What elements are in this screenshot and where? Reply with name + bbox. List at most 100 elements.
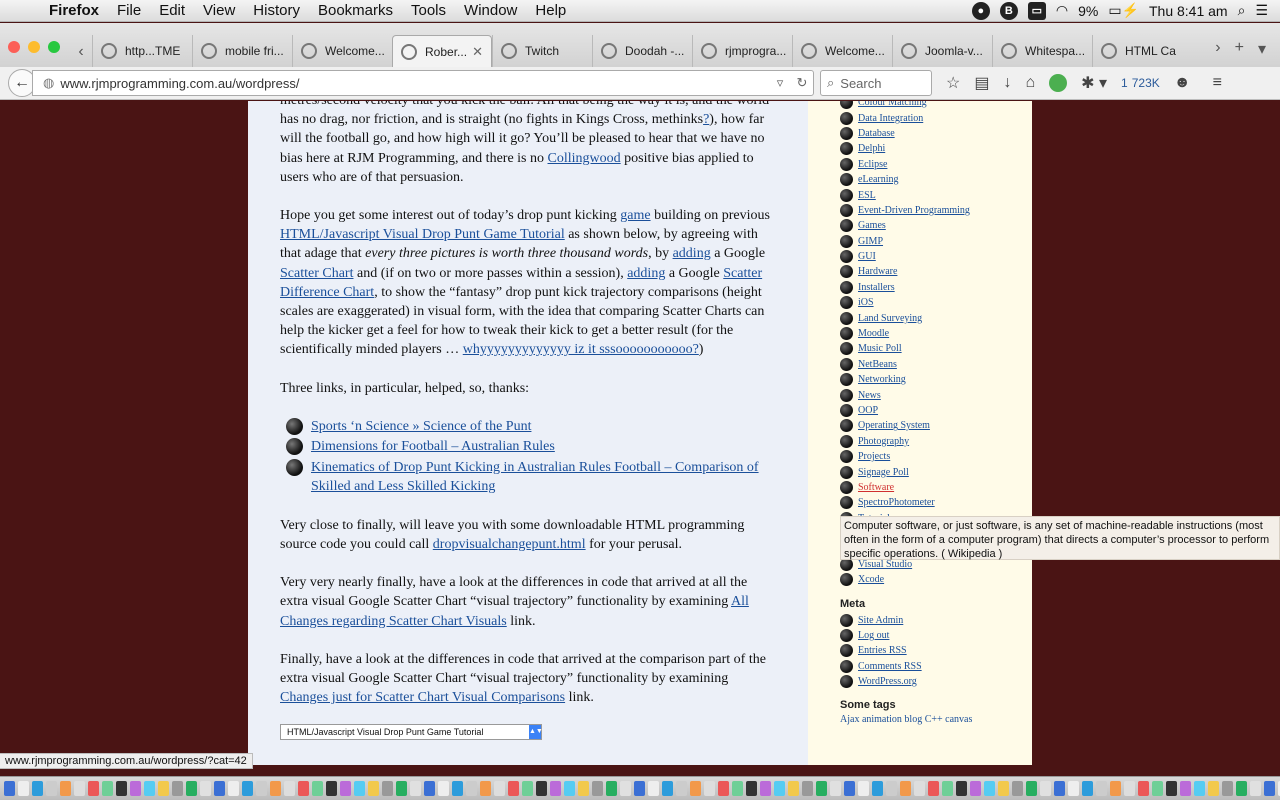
meta-link[interactable]: WordPress.org	[858, 676, 917, 687]
download-count[interactable]: 1	[1121, 76, 1128, 90]
dock-app-icon[interactable]	[872, 781, 883, 796]
tag-cloud[interactable]: Ajax animation blog C++ canvas	[840, 714, 1030, 725]
dock-app-icon[interactable]	[1194, 781, 1205, 796]
meta-link[interactable]: Comments RSS	[858, 661, 922, 672]
airplay-icon[interactable]: ▭	[1027, 1, 1046, 20]
dock-app-icon[interactable]	[998, 781, 1009, 796]
dock-app-icon[interactable]	[956, 781, 967, 796]
dock-app-icon[interactable]	[1250, 781, 1261, 796]
tab-2[interactable]: Welcome...	[292, 35, 392, 67]
category-link[interactable]: eLearning	[858, 174, 899, 185]
link-sports-science[interactable]: Sports ‘n Science » Science of the Punt	[311, 417, 531, 437]
size-indicator[interactable]: 723K	[1132, 76, 1160, 90]
dock-app-icon[interactable]	[1040, 781, 1051, 796]
zoom-window-button[interactable]	[48, 41, 60, 53]
dock-app-icon[interactable]	[340, 781, 351, 796]
dock-app-icon[interactable]	[564, 781, 575, 796]
tab-5[interactable]: Doodah -...	[592, 35, 692, 67]
tag-links[interactable]: Ajax animation blog C++ canvas	[840, 714, 972, 725]
dock-app-icon[interactable]	[1124, 781, 1135, 796]
dock-app-icon[interactable]	[760, 781, 771, 796]
meta-link[interactable]: Site Admin	[858, 615, 903, 626]
tab-0[interactable]: http...TME	[92, 35, 192, 67]
menu-window[interactable]: Window	[455, 2, 526, 19]
dropdown-history-icon[interactable]: ▿	[769, 75, 791, 91]
category-link[interactable]: OOP	[858, 405, 878, 416]
dock-app-icon[interactable]	[914, 781, 925, 796]
dock-app-icon[interactable]	[32, 781, 43, 796]
dock-app-icon[interactable]	[452, 781, 463, 796]
dock-app-icon[interactable]	[424, 781, 435, 796]
dock-app-icon[interactable]	[60, 781, 71, 796]
clock[interactable]: Thu 8:41 am	[1149, 3, 1228, 19]
dock-app-icon[interactable]	[662, 781, 673, 796]
dock-app-icon[interactable]	[74, 781, 85, 796]
battery-percent[interactable]: 9%	[1078, 3, 1098, 19]
extension-bug-icon[interactable]: ✱ ▾	[1081, 73, 1107, 93]
dock-app-icon[interactable]	[270, 781, 281, 796]
category-link[interactable]: Software	[858, 482, 894, 493]
dock-app-icon[interactable]	[1166, 781, 1177, 796]
category-link[interactable]: Data Integration	[858, 113, 923, 124]
category-link[interactable]: Signage Poll	[858, 467, 909, 478]
category-link[interactable]: Operating System	[858, 420, 930, 431]
dock-app-icon[interactable]	[186, 781, 197, 796]
menu-view[interactable]: View	[194, 2, 244, 19]
dock-app-icon[interactable]	[284, 781, 295, 796]
link-adding-2[interactable]: adding	[627, 266, 665, 281]
tab-8[interactable]: Joomla-v...	[892, 35, 992, 67]
dock-app-icon[interactable]	[1152, 781, 1163, 796]
dock-app-icon[interactable]	[46, 781, 57, 796]
dock-app-icon[interactable]	[704, 781, 715, 796]
category-link[interactable]: NetBeans	[858, 359, 897, 370]
category-link[interactable]: Database	[858, 128, 895, 139]
category-link[interactable]: Projects	[858, 451, 890, 462]
menu-edit[interactable]: Edit	[150, 2, 194, 19]
meta-link[interactable]: Log out	[858, 630, 889, 641]
link-changes-comparisons[interactable]: Changes just for Scatter Chart Visual Co…	[280, 690, 565, 705]
category-link[interactable]: Music Poll	[858, 343, 902, 354]
wifi-icon[interactable]: ◠	[1056, 2, 1068, 19]
dock-app-icon[interactable]	[480, 781, 491, 796]
dock-app-icon[interactable]	[1110, 781, 1121, 796]
dock-app-icon[interactable]	[354, 781, 365, 796]
category-link[interactable]: Moodle	[858, 328, 889, 339]
dock-app-icon[interactable]	[298, 781, 309, 796]
dock-app-icon[interactable]	[214, 781, 225, 796]
dock-app-icon[interactable]	[242, 781, 253, 796]
link-dimensions-football[interactable]: Dimensions for Football – Australian Rul…	[311, 437, 555, 457]
dock-app-icon[interactable]	[802, 781, 813, 796]
battery-icon[interactable]: ▭⚡	[1108, 2, 1139, 19]
dock-app-icon[interactable]	[942, 781, 953, 796]
tab-3[interactable]: Rober... ✕	[392, 35, 492, 67]
dock-app-icon[interactable]	[536, 781, 547, 796]
category-link[interactable]: iOS	[858, 297, 874, 308]
tutorial-select[interactable]: HTML/Javascript Visual Drop Punt Game Tu…	[280, 724, 543, 741]
notification-center-icon[interactable]: ☰	[1255, 2, 1268, 19]
dock-app-icon[interactable]	[466, 781, 477, 796]
dock-app-icon[interactable]	[1096, 781, 1107, 796]
dock-app-icon[interactable]	[312, 781, 323, 796]
close-tab-icon[interactable]: ✕	[472, 44, 483, 60]
tab-4[interactable]: Twitch	[492, 35, 592, 67]
dock-app-icon[interactable]	[1208, 781, 1219, 796]
dock-app-icon[interactable]	[788, 781, 799, 796]
dock-app-icon[interactable]	[1222, 781, 1233, 796]
scroll-tabs-left-icon[interactable]: ‹	[70, 37, 92, 67]
menu-tools[interactable]: Tools	[402, 2, 455, 19]
dock-app-icon[interactable]	[606, 781, 617, 796]
dock-app-icon[interactable]	[1054, 781, 1065, 796]
dock-app-icon[interactable]	[690, 781, 701, 796]
dock-app-icon[interactable]	[592, 781, 603, 796]
category-link[interactable]: Event-Driven Programming	[858, 205, 970, 216]
dock-app-icon[interactable]	[774, 781, 785, 796]
dock-app-icon[interactable]	[438, 781, 449, 796]
dock-app-icon[interactable]	[550, 781, 561, 796]
category-link[interactable]: Delphi	[858, 143, 885, 154]
meta-link[interactable]: Entries RSS	[858, 645, 907, 656]
dock-app-icon[interactable]	[1264, 781, 1275, 796]
dock-app-icon[interactable]	[1068, 781, 1079, 796]
dock-app-icon[interactable]	[382, 781, 393, 796]
dock-app-icon[interactable]	[816, 781, 827, 796]
search-input[interactable]: ⌕ Search	[820, 70, 932, 96]
